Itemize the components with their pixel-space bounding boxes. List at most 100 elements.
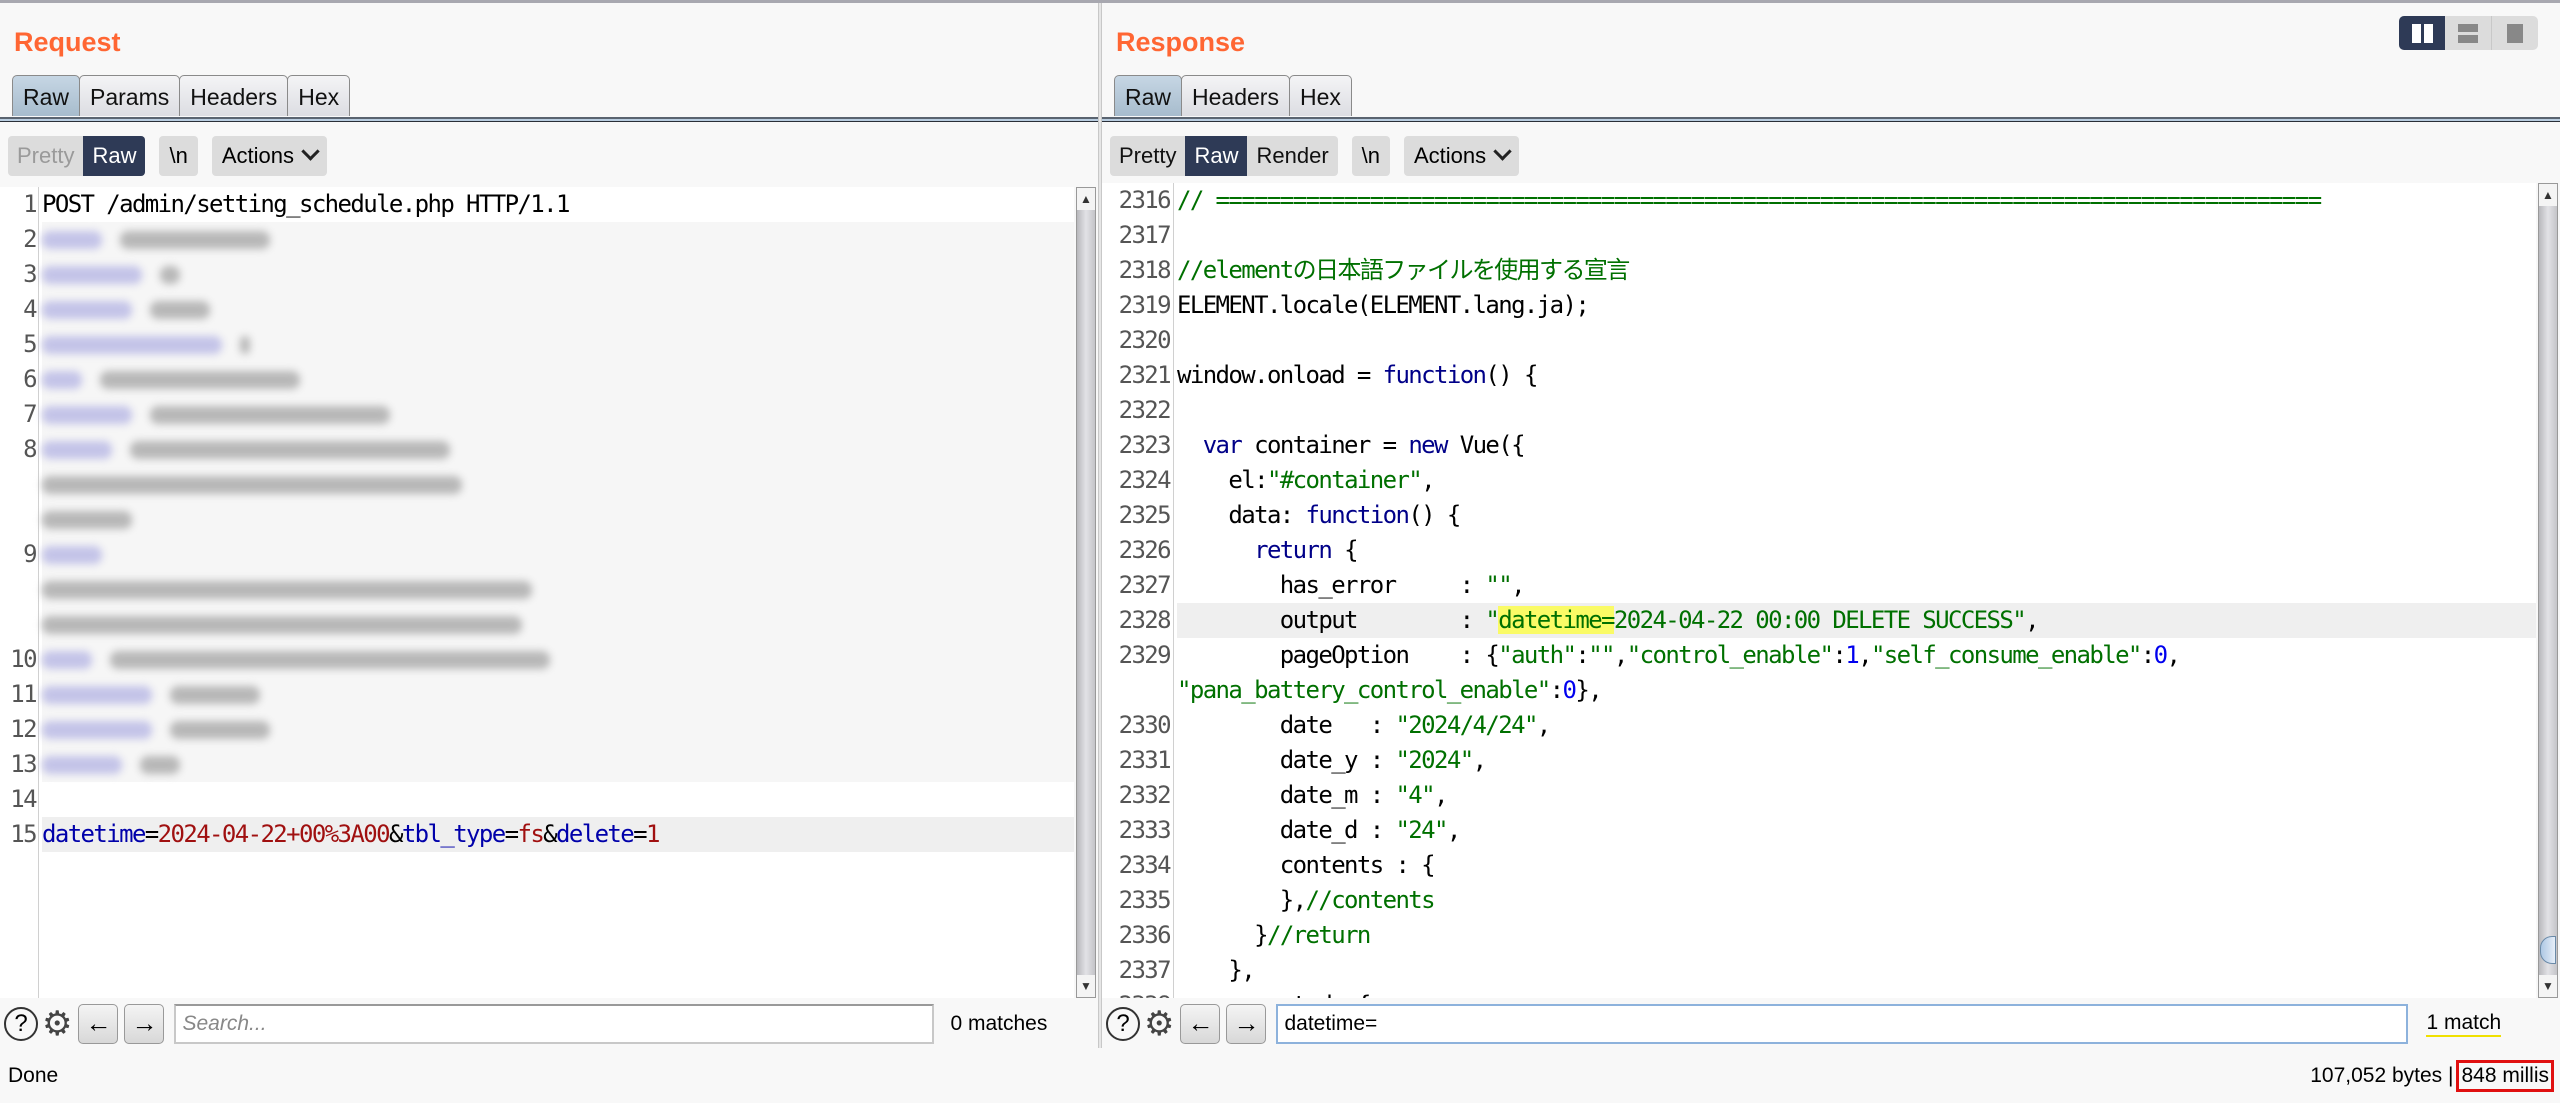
request-line-empty (42, 782, 1074, 817)
code-line: }, (1228, 956, 1255, 984)
line-number: 10 (10, 645, 37, 673)
arrow-left-icon: ← (85, 1008, 112, 1038)
line-number: 2323 (1118, 431, 1172, 459)
chevron-down-icon (1493, 142, 1512, 161)
scroll-up-icon[interactable]: ▲ (1077, 188, 1095, 210)
redacted-line (42, 362, 1074, 397)
response-scrollbar[interactable]: ▲ ▼ (2538, 183, 2558, 998)
line-number: 12 (10, 715, 37, 743)
code-line: return { (1254, 536, 1358, 564)
request-line: POST /admin/setting_schedule.php HTTP/1.… (42, 190, 570, 218)
response-actions-menu[interactable]: Actions (1404, 136, 1520, 176)
response-search-bar: ? ⚙ ← → 1 match (1102, 1000, 2560, 1048)
request-editor[interactable]: 1 2 3 4 5 6 7 8 9 10 11 12 13 14 15 POST… (0, 187, 1074, 998)
line-number: 2319 (1118, 291, 1172, 319)
request-pretty-button[interactable]: Pretty (8, 136, 83, 176)
line-number: 2335 (1118, 886, 1172, 914)
actions-label: Actions (221, 143, 294, 168)
line-number: 2325 (1118, 501, 1172, 529)
line-number: 6 (23, 365, 37, 393)
tab-divider (0, 117, 1098, 122)
response-tabs: Raw Headers Hex (1114, 75, 1352, 118)
response-tab-raw[interactable]: Raw (1114, 75, 1183, 116)
line-number: 2333 (1118, 816, 1172, 844)
request-newline-toggle[interactable]: \n (159, 136, 198, 176)
scroll-down-icon[interactable]: ▼ (1077, 975, 1095, 997)
line-number: 2320 (1118, 326, 1172, 354)
request-tab-raw[interactable]: Raw (12, 75, 81, 116)
line-number: 2326 (1118, 536, 1172, 564)
line-number: 2334 (1118, 851, 1172, 879)
code-line: },//contents (1279, 886, 1436, 914)
response-match-count: 1 match (2426, 1011, 2502, 1037)
line-number: 2332 (1118, 781, 1172, 809)
line-number: 3 (23, 260, 37, 288)
line-number: 4 (23, 295, 37, 323)
redacted-headers (42, 222, 1074, 782)
line-number: 2321 (1118, 361, 1172, 389)
response-tab-headers[interactable]: Headers (1181, 75, 1290, 116)
line-number: 2322 (1118, 396, 1172, 424)
line-number: 2337 (1118, 956, 1172, 984)
code-line: pageOption : {"auth":"","control_enable"… (1279, 641, 2181, 669)
search-prev-button[interactable]: ← (78, 1004, 119, 1044)
line-number: 2336 (1118, 921, 1172, 949)
line-number: 2317 (1118, 221, 1172, 249)
line-number: 2329 (1118, 641, 1172, 669)
response-render-button[interactable]: Render (1247, 136, 1337, 176)
request-panel: Request Raw Params Headers Hex Pretty Ra… (0, 3, 1098, 1048)
request-toolbar: Pretty Raw \n Actions (8, 136, 327, 176)
actions-label: Actions (1414, 143, 1487, 168)
line-number: 14 (10, 785, 37, 813)
request-tab-params[interactable]: Params (79, 75, 181, 116)
help-icon[interactable]: ? (1106, 1007, 1140, 1041)
request-tab-headers[interactable]: Headers (179, 75, 289, 116)
response-tab-hex[interactable]: Hex (1288, 75, 1352, 116)
line-number: 2338 (1102, 988, 1172, 998)
line-number: 15 (10, 820, 37, 848)
request-tabs: Raw Params Headers Hex (12, 75, 351, 118)
request-scrollbar[interactable]: ▲ ▼ (1076, 187, 1096, 998)
response-editor[interactable]: 2316 2317 2318 2319 2320 2321 2322 2323 … (1102, 183, 2536, 998)
arrow-right-icon: → (1233, 1008, 1260, 1038)
redacted-line (42, 607, 1074, 642)
response-code: // =====================================… (1177, 183, 2536, 998)
gear-icon[interactable]: ⚙ (1144, 1007, 1174, 1041)
request-actions-menu[interactable]: Actions (211, 136, 327, 176)
search-prev-button[interactable]: ← (1180, 1004, 1221, 1044)
response-newline-toggle[interactable]: \n (1351, 136, 1390, 176)
scroll-down-icon[interactable]: ▼ (2539, 975, 2557, 997)
response-search-input[interactable] (1276, 1004, 2409, 1044)
line-number: 2328 (1118, 606, 1172, 634)
line-number: 9 (23, 540, 37, 568)
status-bar: Done 107,052 bytes | 848 millis (0, 1048, 2560, 1103)
response-raw-button[interactable]: Raw (1185, 136, 1248, 176)
redacted-line (42, 467, 1074, 502)
response-pretty-button[interactable]: Pretty (1110, 136, 1185, 176)
code-line: computed: { (1177, 988, 2536, 998)
gear-icon[interactable]: ⚙ (42, 1007, 72, 1041)
request-search-input[interactable] (174, 1004, 935, 1044)
status-separator: | (2448, 1064, 2454, 1087)
help-icon[interactable]: ? (4, 1007, 38, 1041)
status-text: Done (8, 1064, 59, 1087)
request-tab-hex[interactable]: Hex (287, 75, 351, 116)
request-code: POST /admin/setting_schedule.php HTTP/1.… (42, 187, 1074, 998)
request-body-line: datetime=2024-04-22+00%3A00&tbl_type=fs&… (42, 817, 1074, 852)
search-next-button[interactable]: → (124, 1004, 165, 1044)
request-format-toggle: Pretty Raw (8, 136, 146, 176)
code-line: //elementの日本語ファイルを使用する宣言 (1177, 256, 1630, 284)
request-search-bar: ? ⚙ ← → 0 matches (0, 1000, 1098, 1048)
line-number: 2330 (1118, 711, 1172, 739)
code-line: date_d : "24", (1279, 816, 1462, 844)
request-raw-button[interactable]: Raw (83, 136, 146, 176)
line-number: 2327 (1118, 571, 1172, 599)
search-next-button[interactable]: → (1226, 1004, 1267, 1044)
code-line-wrapped: "pana_battery_control_enable":0}, (1177, 676, 1603, 704)
response-stats: 107,052 bytes | 848 millis (2310, 1060, 2554, 1092)
scroll-thumb[interactable] (2540, 936, 2556, 964)
redacted-line (42, 432, 1074, 467)
scroll-up-icon[interactable]: ▲ (2539, 184, 2557, 206)
